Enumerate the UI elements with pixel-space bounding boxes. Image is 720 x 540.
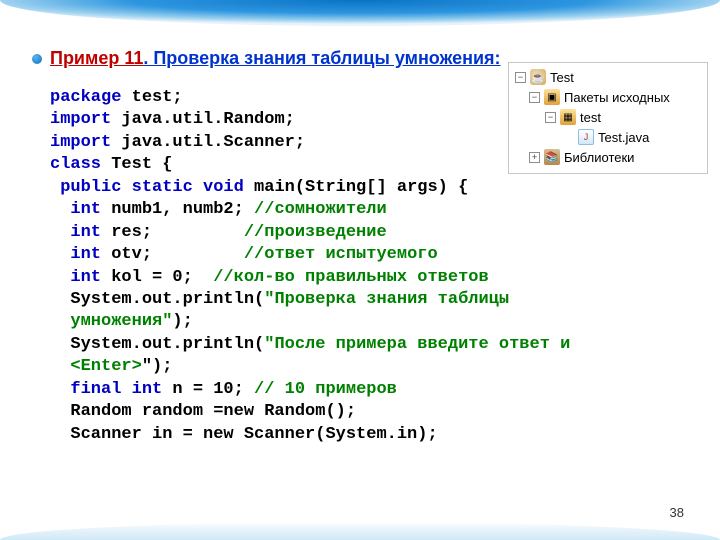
kw: package [50, 88, 121, 107]
string: <Enter> [50, 357, 142, 376]
code-text: "); [142, 357, 173, 376]
bullet-icon [32, 54, 42, 64]
code-text: ); [172, 312, 192, 331]
expand-icon[interactable]: + [529, 152, 540, 163]
code-text: kol = 0; [101, 268, 213, 287]
string: умножения" [50, 312, 172, 331]
comment: //ответ испытуемого [244, 245, 438, 264]
code-text: res; [101, 223, 244, 242]
tree-label: Библиотеки [564, 150, 634, 165]
heading-example-number: Пример 11 [50, 48, 143, 68]
collapse-icon[interactable]: − [515, 72, 526, 83]
heading-text: . Проверка знания таблицы умножения: [143, 48, 500, 68]
kw: final int [50, 380, 162, 399]
slide-top-decoration [0, 0, 720, 26]
code-text: numb1, numb2; [101, 200, 254, 219]
comment: //кол-во правильных ответов [213, 268, 488, 287]
code-text: otv; [101, 245, 244, 264]
string: "После примера введите ответ и [264, 335, 570, 354]
kw: class [50, 155, 101, 174]
tree-label: Test [550, 70, 574, 85]
code-text: System.out.println( [50, 290, 264, 309]
code-text: Test { [101, 155, 172, 174]
tree-root[interactable]: − ☕ Test [511, 67, 705, 87]
code-text: System.out.println( [50, 335, 264, 354]
kw: int [50, 200, 101, 219]
kw: int [50, 268, 101, 287]
project-icon: ☕ [530, 69, 546, 85]
code-text: n = 10; [162, 380, 254, 399]
tree-label: test [580, 110, 601, 125]
collapse-icon[interactable]: − [529, 92, 540, 103]
collapse-icon[interactable]: − [545, 112, 556, 123]
page-number: 38 [670, 505, 684, 520]
code-text: Random random =new Random(); [50, 402, 356, 421]
slide-bottom-decoration [0, 522, 720, 540]
comment: //произведение [244, 223, 387, 242]
kw: public static void [50, 178, 244, 197]
kw: import [50, 110, 111, 129]
tree-libraries[interactable]: + 📚 Библиотеки [511, 147, 705, 167]
tree-package[interactable]: − ▦ test [511, 107, 705, 127]
code-text: Scanner in = new Scanner(System.in); [50, 425, 438, 444]
tree-file[interactable]: J Test.java [511, 127, 705, 147]
code-text: test; [121, 88, 182, 107]
tree-label: Test.java [598, 130, 649, 145]
string: "Проверка знания таблицы [264, 290, 509, 309]
code-text: java.util.Scanner; [111, 133, 305, 152]
kw: int [50, 245, 101, 264]
comment: // 10 примеров [254, 380, 397, 399]
tree-label: Пакеты исходных [564, 90, 670, 105]
tree-source-packages[interactable]: − ▣ Пакеты исходных [511, 87, 705, 107]
kw: int [50, 223, 101, 242]
project-tree: − ☕ Test − ▣ Пакеты исходных − ▦ test J … [508, 62, 708, 174]
package-icon: ▦ [560, 109, 576, 125]
folder-icon: ▣ [544, 89, 560, 105]
java-file-icon: J [578, 129, 594, 145]
comment: //сомножители [254, 200, 387, 219]
kw: import [50, 133, 111, 152]
library-icon: 📚 [544, 149, 560, 165]
code-text: main(String[] args) { [244, 178, 468, 197]
code-text: java.util.Random; [111, 110, 295, 129]
